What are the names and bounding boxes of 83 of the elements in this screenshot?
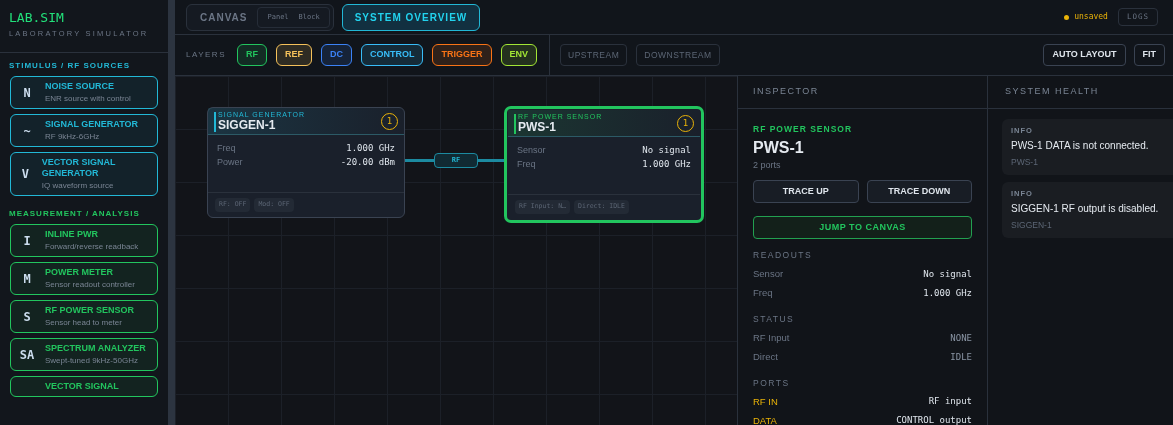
field-value: 1.000 GHz <box>923 286 972 300</box>
layer-toggle[interactable]: REF <box>276 44 312 66</box>
field-label: DATA <box>753 413 777 425</box>
node-field-value: -20.00 dBm <box>340 156 395 169</box>
component-glyph: I <box>22 232 32 250</box>
device-type: RF POWER SENSOR <box>753 123 854 136</box>
component-name: SPECTRUM ANALYZER <box>45 343 146 355</box>
component-glyph: S <box>22 308 32 326</box>
component-card[interactable]: V VECTOR SIGNAL GENERATOR IQ waveform source <box>10 152 158 197</box>
field-label: RF IN <box>753 394 778 409</box>
trace-button[interactable]: TRACE UP <box>753 180 859 204</box>
component-card[interactable]: ~ SIGNAL GENERATOR RF 9kHz-6GHz <box>10 114 158 148</box>
node-field-label: Freq <box>517 158 536 171</box>
node-field-value: 1.000 GHz <box>642 158 691 171</box>
component-card[interactable]: M POWER METER Sensor readout controller <box>10 262 158 296</box>
section-heading: PORTS <box>753 376 791 390</box>
layer-toggle[interactable]: CONTROL <box>361 44 424 66</box>
node-name: PWS-1 <box>518 121 557 134</box>
node-field-label: Power <box>217 156 243 169</box>
field-value: RF input <box>928 395 972 409</box>
layer-toggle[interactable]: ENV <box>500 44 537 66</box>
component-name: INLINE PWR <box>45 229 99 241</box>
component-description: RF 9kHz-6GHz <box>45 131 101 143</box>
app-title: LAB.SIM <box>9 10 65 25</box>
layout-button[interactable]: FIT <box>1133 44 1165 66</box>
component-card[interactable]: I INLINE PWR Forward/reverse readback <box>10 224 158 258</box>
component-glyph: M <box>22 270 32 288</box>
save-status: unsaved <box>1074 11 1108 23</box>
node-field-value: No signal <box>642 144 691 157</box>
node-name: SIGGEN-1 <box>218 119 277 132</box>
port-count: 2 ports <box>753 158 782 172</box>
scrollbar[interactable] <box>168 0 175 425</box>
panel-title: SYSTEM HEALTH <box>1005 85 1099 99</box>
layout-button[interactable]: AUTO LAYOUT <box>1043 44 1126 66</box>
component-description: Swept-tuned 9kHz-50GHz <box>45 355 139 367</box>
section-heading: STIMULUS / RF SOURCES <box>8 60 131 73</box>
layer-toggle[interactable]: RF <box>237 44 267 66</box>
component-name: RF POWER SENSOR <box>45 305 134 317</box>
health-message: SIGGEN-1 RF output is disabled. <box>1011 202 1160 217</box>
field-value: NONE <box>950 331 972 345</box>
field-value: No signal <box>923 267 972 281</box>
component-description: ENR source with control <box>45 93 131 105</box>
trace-button[interactable]: TRACE DOWN <box>866 180 972 204</box>
section-heading: STATUS <box>753 313 796 326</box>
component-card[interactable]: VECTOR SIGNAL <box>10 376 158 398</box>
view-tab[interactable]: SYSTEM OVERVIEW <box>341 3 481 31</box>
panel-title: INSPECTOR <box>753 85 819 99</box>
node-field-label: Freq <box>217 142 236 155</box>
field-label: RF Input <box>753 331 790 346</box>
component-name: NOISE SOURCE <box>45 81 115 93</box>
layers-label: LAYERS <box>186 49 226 61</box>
device-name: PWS-1 <box>753 137 805 158</box>
field-value: CONTROL output <box>896 414 972 425</box>
component-name: SIGNAL GENERATOR <box>45 119 138 131</box>
component-description: IQ waveform source <box>41 180 115 192</box>
device-reference: SIGGEN-1 <box>1011 219 1053 232</box>
component-glyph: SA <box>18 346 36 364</box>
section-heading: READOUTS <box>753 249 814 262</box>
component-card[interactable]: SA SPECTRUM ANALYZER Swept-tuned 9kHz-50GHz <box>10 338 158 372</box>
field-label: Sensor <box>753 267 784 282</box>
health-message: PWS-1 DATA is not connected. <box>1011 139 1150 154</box>
field-value: IDLE <box>950 350 972 364</box>
section-heading: MEASUREMENT / ANALYSIS <box>8 208 141 221</box>
component-card[interactable]: S RF POWER SENSOR Sensor head to meter <box>10 300 158 334</box>
tab-label: CANVAS <box>200 10 248 25</box>
component-glyph: ~ <box>22 122 32 140</box>
layer-toggle[interactable]: DC <box>321 44 352 66</box>
field-label: Freq <box>753 286 773 301</box>
component-name: VECTOR SIGNAL GENERATOR <box>41 157 117 180</box>
component-description: Forward/reverse readback <box>45 241 139 253</box>
component-glyph: N <box>22 84 32 102</box>
device-reference: PWS-1 <box>1011 156 1039 169</box>
component-glyph: V <box>20 166 30 184</box>
node-field-value: 1.000 GHz <box>346 142 395 155</box>
component-card[interactable]: N NOISE SOURCE ENR source with control <box>10 76 158 110</box>
component-description: Sensor readout controller <box>45 279 135 291</box>
component-name: POWER METER <box>45 267 114 279</box>
jump-button[interactable]: JUMP TO CANVAS <box>753 216 972 240</box>
component-description: Sensor head to meter <box>45 317 123 329</box>
node-field-label: Sensor <box>517 144 546 157</box>
layer-toggle[interactable]: TRIGGER <box>432 44 492 66</box>
field-label: Direct <box>753 350 778 365</box>
component-name: VECTOR SIGNAL <box>45 381 119 393</box>
